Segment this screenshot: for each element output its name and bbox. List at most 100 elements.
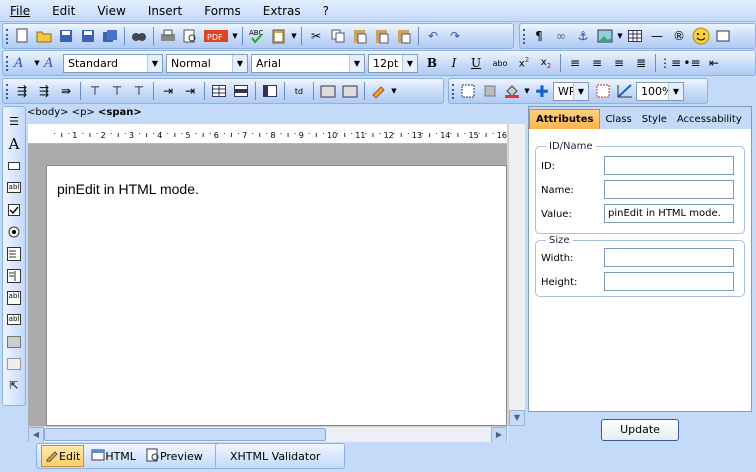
clipboard-dropdown-icon[interactable]: ▼ — [290, 26, 298, 46]
anchor-icon[interactable]: ⚓ — [572, 26, 594, 46]
id-field[interactable] — [604, 156, 734, 175]
delete-row-icon[interactable]: ⇛ — [55, 81, 77, 101]
scroll-left-icon[interactable]: ◀ — [28, 427, 44, 443]
insert-col-after-icon[interactable]: ⊤ — [106, 81, 128, 101]
fill-color-dropdown-icon[interactable]: ▼ — [523, 81, 531, 101]
menu-forms[interactable]: Forms — [198, 4, 246, 18]
superscript-icon[interactable]: x2 — [513, 53, 535, 73]
text-icon[interactable]: A — [5, 133, 23, 154]
ordered-list-icon[interactable]: ⋮≡ — [659, 53, 681, 73]
align-left-icon[interactable]: ≡ — [564, 53, 586, 73]
open-icon[interactable] — [33, 26, 55, 46]
breadcrumb-body[interactable]: <body> — [27, 107, 69, 118]
plus-icon[interactable]: ✚ — [531, 81, 553, 101]
td-properties-icon[interactable]: td — [288, 81, 310, 101]
style-icon[interactable]: A — [41, 53, 63, 73]
clipboard-tools-icon[interactable] — [268, 26, 290, 46]
menu-extras[interactable]: Extras — [257, 4, 307, 18]
smiley-icon[interactable] — [690, 26, 712, 46]
units-select[interactable]: WP ▼ — [553, 81, 589, 101]
new-icon[interactable] — [11, 26, 33, 46]
breadcrumb-p[interactable]: <p> — [72, 107, 95, 118]
font-style-icon[interactable]: A — [11, 53, 33, 73]
tab-class[interactable]: Class — [600, 111, 636, 129]
tab-html[interactable]: HTML — [88, 445, 139, 467]
table-properties-icon[interactable] — [208, 81, 230, 101]
layer-icon[interactable] — [479, 81, 501, 101]
menu-insert[interactable]: Insert — [142, 4, 188, 18]
tab-edit[interactable]: Edit — [41, 445, 85, 467]
paste-icon[interactable] — [349, 26, 371, 46]
scroll-down-icon[interactable]: ▼ — [509, 410, 525, 426]
bold-button[interactable]: B — [421, 53, 443, 73]
table-icon[interactable] — [624, 26, 646, 46]
align-center-icon[interactable]: ≡ — [586, 53, 608, 73]
width-field[interactable] — [604, 248, 734, 267]
tab-style[interactable]: Style — [637, 111, 672, 129]
underline-button[interactable]: U — [465, 53, 487, 73]
breadcrumb-span[interactable]: <span> — [98, 107, 142, 118]
menu-file[interactable]: File — [4, 4, 36, 18]
insert-row-after-icon[interactable]: ⇶ — [33, 81, 55, 101]
list-icon[interactable]: ☰ — [5, 111, 23, 132]
password-icon[interactable]: abl — [5, 309, 23, 330]
image-dropdown-icon[interactable]: ▼ — [616, 26, 624, 46]
radio-icon[interactable] — [5, 221, 23, 242]
menu-edit[interactable]: Edit — [46, 4, 81, 18]
highlight-dropdown-icon[interactable]: ▼ — [390, 81, 398, 101]
align-right-icon[interactable]: ≡ — [608, 53, 630, 73]
style-select[interactable]: Standard ▼ — [63, 53, 163, 73]
save-all-icon[interactable] — [99, 26, 121, 46]
resize-icon[interactable]: ⇱ — [5, 375, 23, 396]
zoom-select[interactable]: 100% ▼ — [636, 81, 684, 101]
print-preview-icon[interactable] — [179, 26, 201, 46]
menu-view[interactable]: View — [91, 4, 131, 18]
image-icon[interactable] — [594, 26, 616, 46]
pdf-dropdown-icon[interactable]: ▼ — [231, 26, 239, 46]
highlight-icon[interactable] — [368, 81, 390, 101]
subscript-icon[interactable]: x2 — [535, 53, 557, 73]
textfield-icon[interactable]: abl — [5, 177, 23, 198]
editor-page[interactable] — [46, 165, 507, 426]
font-style-dropdown-icon[interactable]: ▼ — [33, 53, 41, 73]
save-as-icon[interactable] — [77, 26, 99, 46]
font-size-select[interactable]: 12pt ▼ — [368, 53, 418, 73]
form-properties-icon[interactable] — [317, 81, 339, 101]
outdent-icon[interactable]: ⇤ — [703, 53, 725, 73]
cut-icon[interactable]: ✂ — [305, 26, 327, 46]
delete-col-icon[interactable]: ⊤ — [128, 81, 150, 101]
button-icon[interactable] — [5, 331, 23, 352]
undo-icon[interactable]: ↶ — [422, 26, 444, 46]
abbreviation-button[interactable]: abo — [487, 53, 513, 73]
block-format-select[interactable]: Normal ▼ — [166, 53, 248, 73]
menu-help[interactable]: ? — [317, 4, 335, 18]
tab-attributes[interactable]: Attributes — [529, 109, 601, 129]
unordered-list-icon[interactable]: •≡ — [681, 53, 703, 73]
tab-preview[interactable]: Preview — [143, 445, 206, 467]
paragraph-icon[interactable]: ¶ — [528, 26, 550, 46]
height-field[interactable] — [604, 272, 734, 291]
fill-color-icon[interactable] — [501, 81, 523, 101]
chart-edit-icon[interactable] — [614, 81, 636, 101]
hidden-field-icon[interactable] — [5, 353, 23, 374]
editor-content[interactable]: pinEdit in HTML mode. — [57, 181, 199, 197]
print-icon[interactable] — [157, 26, 179, 46]
more-icon[interactable] — [712, 26, 734, 46]
rectangle-icon[interactable] — [5, 155, 23, 176]
checkbox-icon[interactable] — [5, 199, 23, 220]
find-icon[interactable] — [128, 26, 150, 46]
absolute-position-icon[interactable] — [457, 81, 479, 101]
merge-right-icon[interactable]: ⇥ — [157, 81, 179, 101]
value-field[interactable]: pinEdit in HTML mode. — [604, 204, 734, 223]
special-char-icon[interactable]: ® — [668, 26, 690, 46]
update-button[interactable]: Update — [601, 419, 679, 441]
frame-properties-icon[interactable] — [339, 81, 361, 101]
save-icon[interactable] — [55, 26, 77, 46]
insert-row-before-icon[interactable]: ⇶ — [11, 81, 33, 101]
horizontal-scroll-thumb[interactable] — [44, 428, 326, 441]
listbox-icon[interactable] — [5, 265, 23, 286]
name-field[interactable] — [604, 180, 734, 199]
paste-text-icon[interactable] — [371, 26, 393, 46]
tab-accessability[interactable]: Accessability — [672, 111, 747, 129]
italic-button[interactable]: I — [443, 53, 465, 73]
